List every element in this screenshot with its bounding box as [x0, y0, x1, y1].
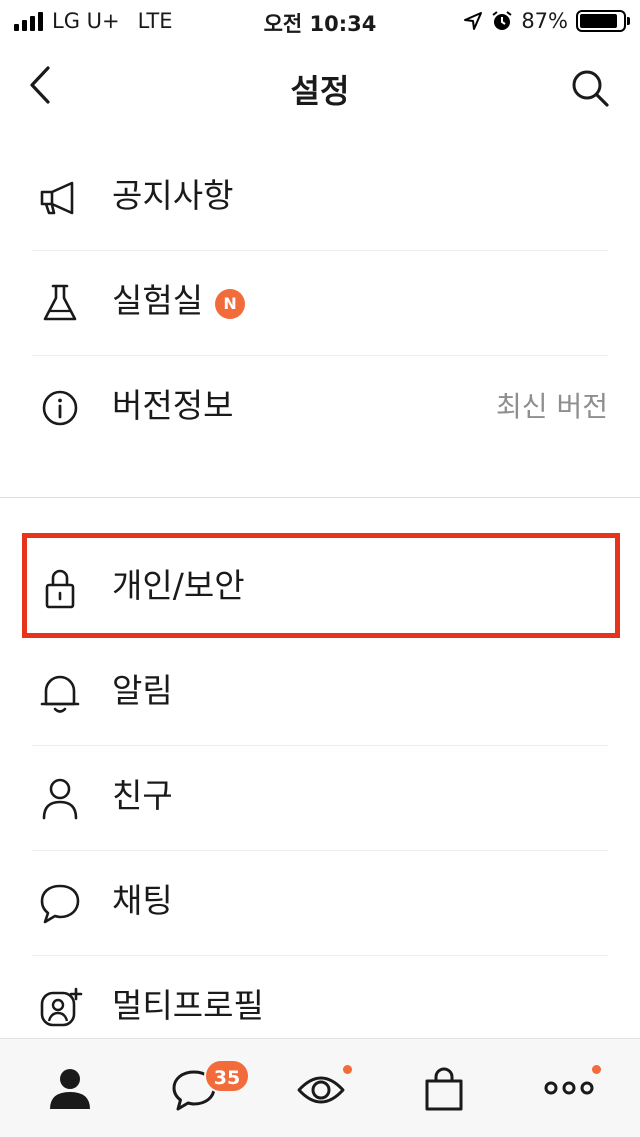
tab-friends[interactable]: [5, 1039, 133, 1137]
multi-profile-icon: [40, 987, 83, 1027]
settings-item-label: 알림: [112, 671, 173, 710]
settings-item-label: 버전정보: [112, 386, 234, 425]
settings-item-friends[interactable]: 친구: [32, 745, 608, 851]
settings-item-notice[interactable]: 공지사항: [32, 145, 608, 251]
alarm-icon: [492, 11, 512, 30]
settings-item-text: 실험실: [112, 281, 204, 320]
status-right: 87%: [463, 8, 630, 34]
info-icon: [42, 390, 78, 426]
unread-count-badge: 35: [204, 1059, 250, 1093]
tab-bar: 35: [0, 1038, 640, 1137]
more-icon: [544, 1081, 594, 1095]
navigation-bar: 설정: [0, 40, 640, 132]
location-arrow-icon: [464, 12, 483, 30]
version-status: 최신 버전: [496, 390, 608, 423]
person-icon: [42, 778, 78, 820]
shopping-bag-icon: [425, 1067, 463, 1111]
settings-item-notifications[interactable]: 알림: [32, 640, 608, 746]
settings-item-lab[interactable]: 실험실 N: [32, 250, 608, 356]
new-dot: [343, 1065, 352, 1074]
tab-more[interactable]: [508, 1039, 636, 1137]
flask-icon: [43, 284, 77, 321]
page-title: 설정: [290, 72, 350, 110]
settings-item-label: 실험실 N: [112, 278, 246, 324]
battery-percent: 87%: [521, 9, 568, 33]
new-dot: [592, 1065, 601, 1074]
battery-icon: [576, 10, 630, 32]
settings-item-label: 친구: [112, 776, 173, 815]
battery-fill: [580, 14, 617, 28]
tab-view[interactable]: [256, 1039, 384, 1137]
settings-item-chatting[interactable]: 채팅: [32, 850, 608, 956]
settings-item-label: 채팅: [112, 881, 173, 920]
megaphone-icon: [40, 181, 74, 215]
friends-icon: [50, 1069, 90, 1109]
section-divider: [0, 497, 640, 498]
highlight-box: [22, 533, 620, 638]
bell-icon: [40, 675, 80, 713]
settings-item-label: 공지사항: [112, 176, 234, 215]
view-icon: [297, 1076, 345, 1104]
status-bar: LG U+ LTE 오전 10:34 87%: [0, 0, 640, 40]
search-icon[interactable]: [568, 66, 612, 110]
new-badge: N: [215, 289, 246, 319]
settings-item-label: 멀티프로필: [112, 986, 264, 1025]
chat-bubble-icon: [40, 884, 80, 924]
settings-item-version[interactable]: 버전정보 최신 버전: [32, 355, 608, 460]
tab-shopping[interactable]: [384, 1039, 512, 1137]
